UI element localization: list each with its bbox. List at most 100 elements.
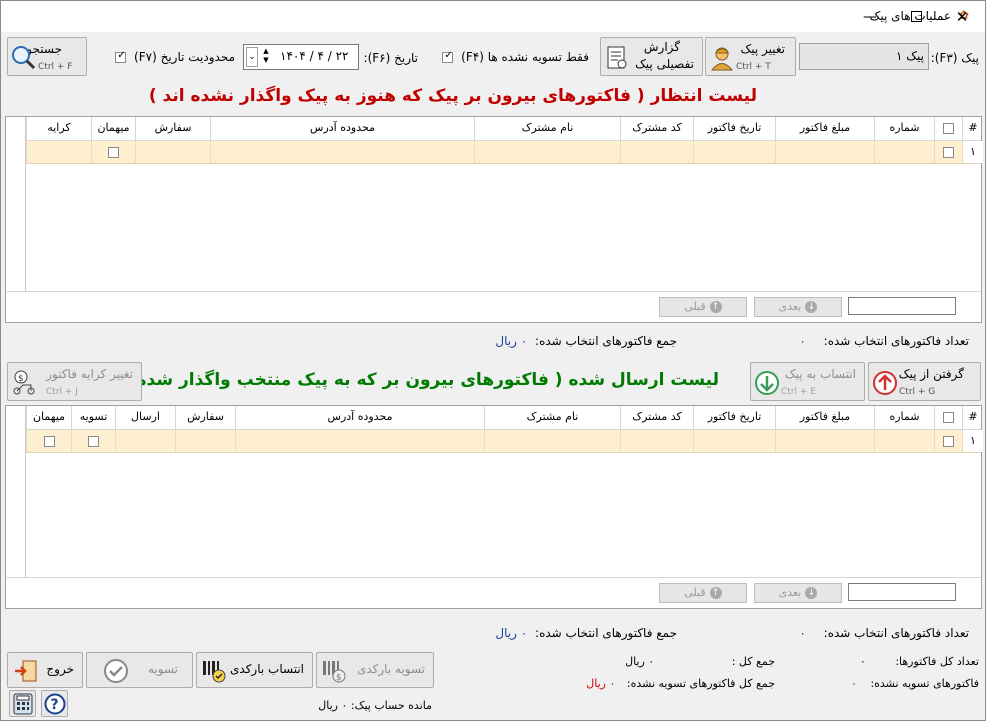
row-number: ۱	[962, 141, 983, 163]
svg-text:$: $	[336, 673, 342, 683]
courier-select[interactable]: پیک ۱	[799, 43, 929, 70]
unsettled-total-value: ۰ ریال	[586, 677, 616, 690]
sent-count-summary: تعداد فاکتورهای انتخاب شده: ۰	[799, 626, 969, 640]
col-select[interactable]	[934, 406, 962, 429]
close-button[interactable]: ✕	[939, 1, 985, 32]
only-unsettled-checkbox[interactable]: فقط تسویه نشده ها (F۴) ✓	[442, 50, 589, 64]
col-customer-name[interactable]: نام مشترک	[474, 117, 620, 140]
date-dropdown-arrow[interactable]: ⌄	[246, 47, 258, 67]
assign-to-courier-label: انتساب به پیک	[784, 367, 856, 381]
sent-sum-summary: جمع فاکتورهای انتخاب شده: ۰ ریال	[495, 626, 677, 640]
change-courier-button[interactable]: تغییر پیک Ctrl + T	[705, 37, 796, 76]
minimize-button[interactable]: —	[847, 1, 893, 32]
col-hash: #	[962, 117, 983, 140]
sent-grid[interactable]: # شماره مبلغ فاکتور تاریخ فاکتور کد مشتر…	[5, 405, 983, 609]
col-invoice-amount[interactable]: مبلغ فاکتور	[775, 406, 874, 429]
date-limit-checkbox[interactable]: محدودیت تاریخ (F۷) ✓	[115, 50, 235, 64]
sent-page-input[interactable]	[848, 583, 956, 601]
exit-button[interactable]: خروج	[7, 652, 83, 688]
main-window: ✿ عملیات های پیک — ✕ پیک (F۳): پیک ۱ تغی…	[0, 0, 986, 721]
barcode-assign-button[interactable]: انتساب بارکدی	[196, 652, 313, 688]
col-customer-name[interactable]: نام مشترک	[484, 406, 620, 429]
col-sent[interactable]: ارسال	[115, 406, 175, 429]
col-invoice-date[interactable]: تاریخ فاکتور	[693, 406, 775, 429]
maximize-button[interactable]	[893, 1, 939, 32]
cell-fare	[26, 141, 91, 163]
take-from-courier-button[interactable]: گرفتن از پیک Ctrl + G	[868, 362, 981, 401]
help-button[interactable]: ?	[41, 690, 68, 717]
col-select[interactable]	[934, 117, 962, 140]
delivery-scooter-icon: $	[13, 370, 35, 395]
row-select-checkbox[interactable]	[934, 430, 962, 452]
cell-customer-name	[474, 141, 620, 163]
pending-grid[interactable]: # شماره مبلغ فاکتور تاریخ فاکتور کد مشتر…	[5, 116, 983, 323]
unsettled-invoices-label: فاکتورهای تسویه نشده:	[870, 677, 979, 690]
change-fare-shortcut: Ctrl + J	[46, 387, 78, 397]
total-invoices-label: تعداد کل فاکتورها:	[895, 655, 979, 668]
row-select-checkbox[interactable]	[934, 141, 962, 163]
courier-value: پیک ۱	[896, 49, 924, 63]
exit-door-icon	[15, 660, 37, 682]
unsettled-total: جمع کل فاکتورهای تسویه نشده: ۰ ریال	[586, 677, 775, 690]
only-unsettled-check[interactable]: ✓	[442, 50, 454, 63]
cell-customer-name	[484, 430, 620, 452]
sent-list-title: لیست ارسال شده ( فاکتورهای بیرون بر که ب…	[94, 370, 719, 390]
assign-to-courier-button[interactable]: انتساب به پیک Ctrl + E	[750, 362, 865, 401]
pending-prev-label: قبلی	[684, 300, 706, 313]
report-icon	[607, 46, 627, 69]
sent-grid-header: # شماره مبلغ فاکتور تاریخ فاکتور کد مشتر…	[26, 406, 981, 430]
settle-button[interactable]: تسویه	[86, 652, 193, 688]
change-fare-button[interactable]: تغییر کرایه فاکتور Ctrl + J $	[7, 362, 142, 401]
detailed-report-button[interactable]: گزارش تفصیلی پیک	[600, 37, 703, 76]
col-number[interactable]: شماره	[874, 117, 934, 140]
total-invoices: تعداد کل فاکتورها: ۰	[860, 655, 979, 668]
grand-total-label: جمع کل :	[731, 655, 775, 668]
arrow-up-icon: ↑	[709, 301, 722, 313]
col-address-area[interactable]: محدوده آدرس	[210, 117, 474, 140]
col-order[interactable]: سفارش	[135, 117, 210, 140]
col-number[interactable]: شماره	[874, 406, 934, 429]
col-invoice-date[interactable]: تاریخ فاکتور	[693, 117, 775, 140]
col-order[interactable]: سفارش	[175, 406, 235, 429]
date-limit-check[interactable]: ✓	[115, 50, 127, 63]
cell-settled-checkbox[interactable]	[71, 430, 115, 452]
col-hash: #	[962, 406, 983, 429]
col-invoice-amount[interactable]: مبلغ فاکتور	[775, 117, 874, 140]
barcode-settle-button[interactable]: تسویه بارکدی $	[316, 652, 434, 688]
cell-number	[874, 141, 934, 163]
col-settled[interactable]: تسویه	[71, 406, 115, 429]
col-address-area[interactable]: محدوده آدرس	[235, 406, 484, 429]
sent-prev-button[interactable]: ↑قبلی	[659, 583, 747, 603]
date-spinner[interactable]: ▲ ▼	[260, 47, 272, 67]
change-courier-shortcut: Ctrl + T	[736, 62, 771, 72]
pending-next-button[interactable]: ↓بعدی	[754, 297, 842, 317]
courier-balance: مانده حساب پیک: ۰ ریال	[318, 699, 432, 712]
table-row[interactable]: ۱	[26, 430, 983, 453]
close-icon: ✕	[955, 7, 969, 26]
unsettled-invoices-value: ۰	[851, 677, 857, 690]
date-picker[interactable]: ⌄ ▲ ▼ ۱۴۰۴ / ۴ / ۲۲	[243, 44, 359, 70]
sent-count-label: تعداد فاکتورهای انتخاب شده:	[823, 626, 969, 640]
pending-prev-button[interactable]: ↑قبلی	[659, 297, 747, 317]
svg-text:?: ?	[51, 697, 59, 713]
col-fare[interactable]: کرایه	[26, 117, 91, 140]
col-customer-code[interactable]: کد مشترک	[620, 406, 693, 429]
total-invoices-value: ۰	[859, 655, 866, 668]
search-button[interactable]: جستجو Ctrl + F	[7, 37, 87, 76]
table-row[interactable]: ۱	[26, 141, 983, 164]
cell-guest-checkbox[interactable]	[26, 430, 71, 452]
col-customer-code[interactable]: کد مشترک	[620, 117, 693, 140]
unsettled-total-label: جمع کل فاکتورهای تسویه نشده:	[626, 677, 775, 690]
col-guest[interactable]: میهمان	[26, 406, 71, 429]
settle-label: تسویه	[147, 662, 178, 676]
change-fare-label: تغییر کرایه فاکتور	[46, 367, 133, 381]
detailed-report-line2: تفصیلی پیک	[635, 57, 694, 71]
calculator-button[interactable]	[9, 690, 36, 717]
only-unsettled-label: فقط تسویه نشده ها (F۴)	[461, 50, 589, 64]
date-value: ۱۴۰۴ / ۴ / ۲۲	[280, 49, 349, 63]
pending-count-label: تعداد فاکتورهای انتخاب شده:	[823, 334, 969, 348]
sent-next-button[interactable]: ↓بعدی	[754, 583, 842, 603]
pending-page-input[interactable]	[848, 297, 956, 315]
col-guest[interactable]: میهمان	[91, 117, 135, 140]
cell-guest-checkbox[interactable]	[91, 141, 135, 163]
